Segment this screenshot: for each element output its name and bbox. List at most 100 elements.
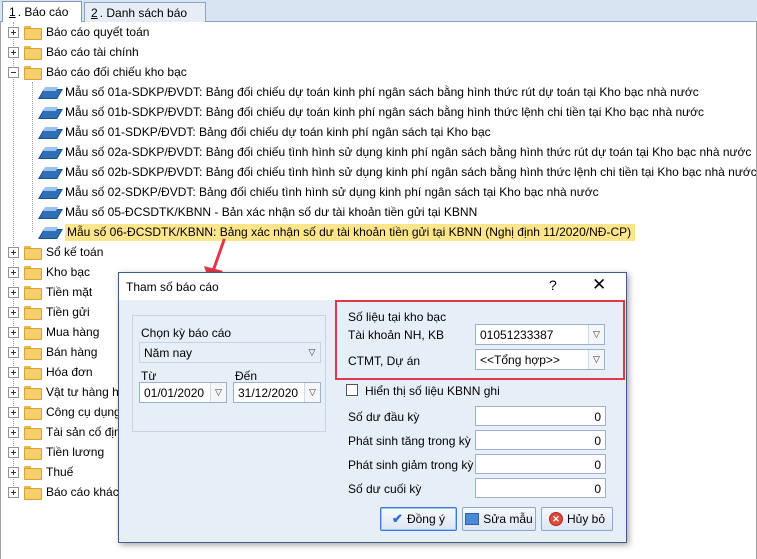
tree-folder-bao-cao-doi-chieu-kho-bac[interactable]: Báo cáo đối chiếu kho bạc xyxy=(8,62,187,82)
report-book-icon xyxy=(41,186,59,198)
edit-template-label: Sửa mẫu xyxy=(483,512,533,526)
tab-number: 2 xyxy=(91,6,98,20)
collapse-icon[interactable] xyxy=(8,66,19,78)
ok-button[interactable]: ✔ Đồng ý xyxy=(380,507,457,531)
cancel-button[interactable]: ✕ Hủy bỏ xyxy=(541,507,613,531)
edit-template-button[interactable]: Sửa mẫu xyxy=(462,507,536,531)
opening-balance-label: Số dư đầu kỳ xyxy=(348,410,420,424)
expand-icon[interactable] xyxy=(8,446,19,458)
tree-folder-tien-luong[interactable]: Tiền lương xyxy=(8,442,104,462)
chevron-down-icon[interactable]: ▽ xyxy=(210,383,226,402)
chevron-down-icon[interactable]: ▽ xyxy=(304,343,320,362)
tree-folder-ban-hang[interactable]: Bán hàng xyxy=(8,342,97,362)
tab-bao-cao[interactable]: 1. Báo cáo xyxy=(2,1,82,22)
tree-report-item[interactable]: Mẫu số 02-SDKP/ĐVDT: Bảng đối chiếu tình… xyxy=(41,182,599,202)
tree-folder-label: Báo cáo khác xyxy=(46,485,119,499)
to-label: Đến xyxy=(235,369,258,383)
expand-icon[interactable] xyxy=(8,246,19,258)
ctmt-label: CTMT, Dự án xyxy=(348,354,421,368)
expand-icon[interactable] xyxy=(8,266,19,278)
expand-icon[interactable] xyxy=(8,286,19,298)
tree-folder-kho-bac[interactable]: Kho bạc xyxy=(8,262,90,282)
tree-folder-bao-cao-tai-chinh[interactable]: Báo cáo tài chính xyxy=(8,42,139,62)
expand-icon[interactable] xyxy=(8,426,19,438)
tree-folder-label: Tiền mặt xyxy=(46,285,93,299)
tree-report-item[interactable]: Mẫu số 02b-SDKP/ĐVDT: Bảng đối chiếu tìn… xyxy=(41,162,756,182)
folder-icon xyxy=(24,346,42,360)
show-kbnn-checkbox[interactable] xyxy=(346,384,358,396)
folder-icon xyxy=(24,406,42,420)
check-icon: ✔ xyxy=(392,511,403,526)
tree-folder-mua-hang[interactable]: Mua hàng xyxy=(8,322,99,342)
tree-report-label: Mẫu số 01-SDKP/ĐVDT: Bảng đối chiếu dự t… xyxy=(65,125,491,139)
tree-folder-label: Báo cáo quyết toán xyxy=(46,25,150,39)
expand-icon[interactable] xyxy=(8,306,19,318)
folder-icon xyxy=(24,446,42,460)
decrease-input[interactable]: 0 xyxy=(475,454,606,474)
folder-open-icon xyxy=(24,66,42,80)
tree-folder-thue[interactable]: Thuế xyxy=(8,462,73,482)
expand-icon[interactable] xyxy=(8,386,19,398)
report-book-icon xyxy=(41,106,59,118)
expand-icon[interactable] xyxy=(8,46,19,58)
chevron-down-icon[interactable]: ▽ xyxy=(304,383,320,402)
tree-folder-so-ke-toan[interactable]: Sổ kế toán xyxy=(8,242,103,262)
chevron-down-icon[interactable]: ▽ xyxy=(588,325,604,344)
tree-folder-tai-san-co-dinh[interactable]: Tài sản cố định xyxy=(8,422,127,442)
cancel-button-label: Hủy bỏ xyxy=(566,512,606,526)
expand-icon[interactable] xyxy=(8,486,19,498)
tree-folder-label: Hóa đơn xyxy=(46,365,93,379)
kho-bac-group-label: Số liệu tại kho bạc xyxy=(348,310,447,324)
tree-report-item[interactable]: Mẫu số 01-SDKP/ĐVDT: Bảng đối chiếu dự t… xyxy=(41,122,491,142)
chevron-down-icon[interactable]: ▽ xyxy=(588,350,604,369)
dialog-title: Tham số báo cáo xyxy=(126,280,219,294)
from-date-value: 01/01/2020 xyxy=(144,386,205,400)
folder-icon xyxy=(24,326,42,340)
kho-bac-highlight: Số liệu tại kho bạc Tài khoản NH, KB 010… xyxy=(335,300,625,380)
tree-folder-tien-gui[interactable]: Tiền gửi xyxy=(8,302,90,322)
expand-icon[interactable] xyxy=(8,346,19,358)
tree-folder-label: Báo cáo đối chiếu kho bạc xyxy=(46,65,187,79)
expand-icon[interactable] xyxy=(8,26,19,38)
ctmt-select[interactable]: <<Tổng hợp>> ▽ xyxy=(475,349,605,370)
folder-icon xyxy=(24,386,42,400)
tree-folder-label: Tài sản cố định xyxy=(46,425,128,439)
expand-icon[interactable] xyxy=(8,406,19,418)
period-select[interactable]: Năm nay ▽ xyxy=(139,342,321,363)
closing-balance-input[interactable]: 0 xyxy=(475,478,606,498)
tree-report-item[interactable]: Mẫu số 02a-SDKP/ĐVDT: Bảng đối chiếu tìn… xyxy=(41,142,751,162)
closing-balance-label: Số dư cuối kỳ xyxy=(348,482,422,496)
expand-icon[interactable] xyxy=(8,466,19,478)
tree-report-item-selected[interactable]: Mẫu số 06-ĐCSDTK/KBNN: Bảng xác nhận số … xyxy=(41,222,636,242)
from-date-picker[interactable]: 01/01/2020 ▽ xyxy=(139,382,227,403)
tree-folder-bao-cao-quyet-toan[interactable]: Báo cáo quyết toán xyxy=(8,22,149,42)
increase-input[interactable]: 0 xyxy=(475,430,606,450)
report-book-icon xyxy=(41,226,59,238)
account-select[interactable]: 01051233387 ▽ xyxy=(475,324,605,345)
account-label: Tài khoản NH, KB xyxy=(348,328,445,342)
tree-folder-tien-mat[interactable]: Tiền mặt xyxy=(8,282,92,302)
opening-balance-input[interactable]: 0 xyxy=(475,406,606,426)
tree-report-item[interactable]: Mẫu số 01a-SDKP/ĐVDT: Bảng đối chiếu dự … xyxy=(41,82,699,102)
expand-icon[interactable] xyxy=(8,366,19,378)
tree-folder-label: Kho bạc xyxy=(46,265,91,279)
report-book-icon xyxy=(41,166,59,178)
expand-icon[interactable] xyxy=(8,326,19,338)
help-button[interactable]: ? xyxy=(549,277,557,293)
tree-report-label: Mẫu số 01a-SDKP/ĐVDT: Bảng đối chiếu dự … xyxy=(65,85,699,99)
to-date-picker[interactable]: 31/12/2020 ▽ xyxy=(233,382,321,403)
tree-report-item[interactable]: Mẫu số 05-ĐCSDTK/KBNN - Bản xác nhận số … xyxy=(41,202,477,222)
tab-danh-sach-bao-cao[interactable]: 2. Danh sách báo cáo xyxy=(84,2,206,34)
tab-bar: 1. Báo cáo 2. Danh sách báo cáo xyxy=(0,0,757,34)
tree-report-label: Mẫu số 02-SDKP/ĐVDT: Bảng đối chiếu tình… xyxy=(65,185,599,199)
ctmt-value: <<Tổng hợp>> xyxy=(480,353,560,367)
folder-icon xyxy=(24,426,42,440)
close-icon[interactable]: ✕ xyxy=(592,275,606,295)
tree-folder-vat-tu-hang-hoa[interactable]: Vật tư hàng hóa xyxy=(8,382,132,402)
tree-folder-bao-cao-khac[interactable]: Báo cáo khác xyxy=(8,482,119,502)
tree-report-label: Mẫu số 02a-SDKP/ĐVDT: Bảng đối chiếu tìn… xyxy=(65,145,752,159)
folder-icon xyxy=(24,286,42,300)
dialog-body: Chọn kỳ báo cáo Năm nay ▽ Từ Đến 01/01/2… xyxy=(119,300,626,542)
tree-folder-hoa-don[interactable]: Hóa đơn xyxy=(8,362,93,382)
tree-report-item[interactable]: Mẫu số 01b-SDKP/ĐVDT: Bảng đối chiếu dự … xyxy=(41,102,704,122)
